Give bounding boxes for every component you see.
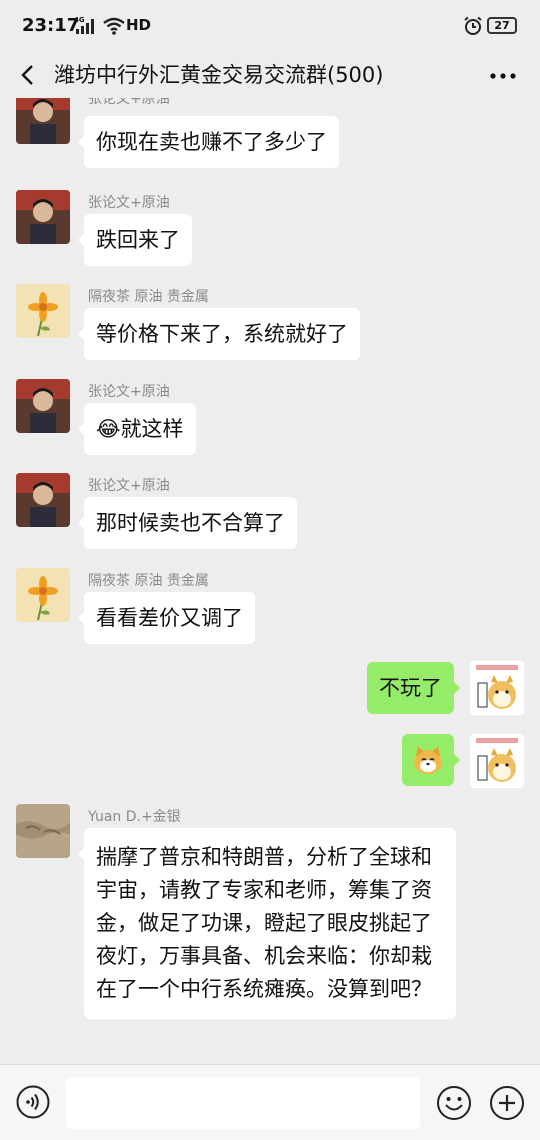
sender-name: 隔夜茶 原油 贵金属 <box>88 573 209 589</box>
sender-name: 张论文+原油 <box>88 98 170 107</box>
input-bar <box>0 1064 540 1140</box>
back-arrow-icon[interactable] <box>14 60 44 90</box>
sender-name: 张论文+原油 <box>88 478 170 494</box>
message-list[interactable]: 张论文+原油 你现在卖也赚不了多少了 张论文+原油 跌回来了 隔夜茶 原油 贵金… <box>0 98 540 1064</box>
message-input[interactable] <box>66 1077 420 1129</box>
alarm-icon <box>464 16 482 35</box>
avatar[interactable] <box>16 379 70 433</box>
avatar-sticker[interactable] <box>470 734 524 788</box>
shiba-dog-icon <box>414 746 442 774</box>
chat-header: 潍坊中行外汇黄金交易交流群(500) <box>0 52 540 98</box>
avatar[interactable] <box>16 804 70 858</box>
sender-name: 张论文+原油 <box>88 195 170 211</box>
plus-icon[interactable] <box>489 1085 525 1121</box>
hd-badge: HD <box>126 16 152 34</box>
emoji-icon[interactable] <box>436 1085 472 1121</box>
message-bubble[interactable]: 那时候卖也不合算了 <box>78 497 297 549</box>
signal-icon: 4G <box>74 16 96 34</box>
message-text: 就这样 <box>120 417 184 441</box>
status-bar: 23:17 4G HD 27 <box>0 0 540 52</box>
message-bubble[interactable]: 你现在卖也赚不了多少了 <box>78 116 339 168</box>
avatar[interactable] <box>16 284 70 338</box>
avatar[interactable] <box>16 98 70 144</box>
wifi-icon <box>103 17 125 35</box>
message-bubble[interactable]: 😂就这样 <box>78 403 196 455</box>
avatar[interactable] <box>16 190 70 244</box>
more-options-icon[interactable] <box>486 60 520 90</box>
message-bubble[interactable]: 等价格下来了，系统就好了 <box>78 308 360 360</box>
sender-name: 隔夜茶 原油 贵金属 <box>88 289 209 305</box>
chat-title: 潍坊中行外汇黄金交易交流群(500) <box>54 63 384 87</box>
avatar[interactable] <box>16 568 70 622</box>
status-time: 23:17 <box>22 15 80 36</box>
battery-icon: 27 <box>487 17 517 34</box>
sender-name: Yuan D.+金银 <box>88 809 181 825</box>
avatar[interactable] <box>16 473 70 527</box>
message-bubble[interactable]: 看看差价又调了 <box>78 592 255 644</box>
message-bubble[interactable]: 跌回来了 <box>78 214 192 266</box>
sticker-bubble[interactable] <box>402 734 460 786</box>
sender-name: 张论文+原油 <box>88 384 170 400</box>
voice-input-icon[interactable] <box>16 1085 50 1119</box>
tears-of-joy-emoji: 😂 <box>96 417 121 441</box>
avatar-sticker[interactable] <box>470 661 524 715</box>
message-bubble[interactable]: 不玩了 <box>367 662 460 714</box>
message-bubble[interactable]: 揣摩了普京和特朗普，分析了全球和宇宙，请教了专家和老师，筹集了资金，做足了功课，… <box>78 828 456 1019</box>
